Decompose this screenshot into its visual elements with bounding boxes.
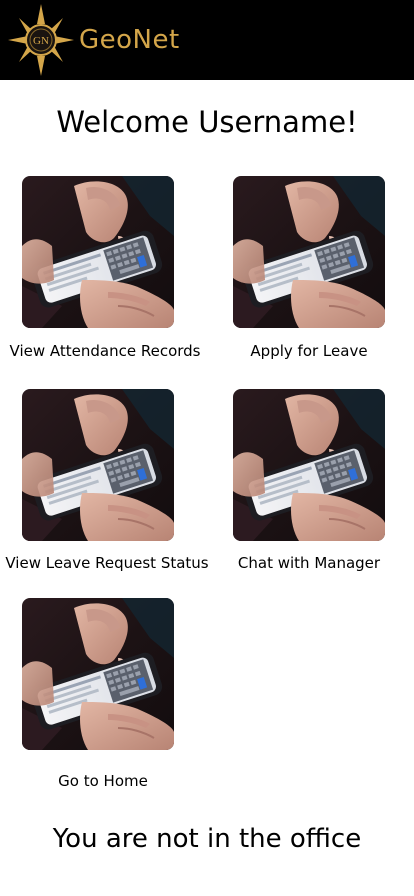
view-attendance-records-tile[interactable] <box>22 176 174 328</box>
view-leave-request-status-tile[interactable] <box>22 389 174 541</box>
office-status-text: You are not in the office <box>52 824 362 854</box>
brand-name: GeoNet <box>79 25 180 55</box>
chat-with-manager-tile[interactable] <box>233 389 385 541</box>
app-header: GN GeoNet <box>0 0 414 80</box>
go-to-home-tile[interactable] <box>22 598 174 750</box>
geonet-logo[interactable]: GN <box>8 4 74 76</box>
phone-photo-icon <box>22 176 174 328</box>
apply-for-leave-tile[interactable] <box>233 176 385 328</box>
view-attendance-records-label[interactable]: View Attendance Records <box>0 341 210 361</box>
phone-photo-icon <box>22 389 174 541</box>
phone-photo-icon <box>233 389 385 541</box>
chat-with-manager-label[interactable]: Chat with Manager <box>204 553 414 573</box>
view-leave-request-status-label[interactable]: View Leave Request Status <box>2 553 212 573</box>
phone-photo-icon <box>22 598 174 750</box>
phone-photo-icon <box>233 176 385 328</box>
apply-for-leave-label[interactable]: Apply for Leave <box>204 341 414 361</box>
logo-monogram: GN <box>33 35 49 47</box>
app-root: GN GeoNet Welcome Username! View Attenda… <box>0 0 414 896</box>
welcome-heading: Welcome Username! <box>56 105 358 139</box>
go-to-home-label[interactable]: Go to Home <box>0 771 208 791</box>
